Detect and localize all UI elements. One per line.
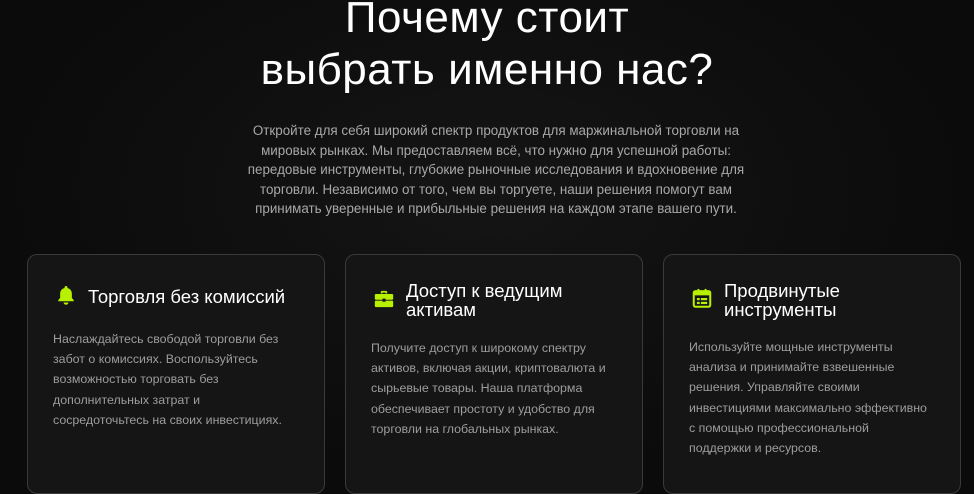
card-text-line: с помощью профессиональной	[689, 420, 869, 435]
card-text-line: Получите доступ к широкому спектру	[371, 341, 586, 355]
section-title-line: выбрать именно нас?	[260, 45, 714, 94]
card-text-line: сосредоточьтесь на своих инвестициях.	[53, 412, 282, 427]
feature-card-leading-assets: Доступ к ведущим активам Получите доступ…	[345, 254, 643, 494]
card-title: Доступ к ведущим активам	[406, 281, 626, 319]
card-description: Получите доступ к широкому спектру актив…	[371, 338, 628, 439]
card-text-line: анализа и принимайте взвешенные	[689, 360, 895, 375]
bell-icon	[55, 284, 77, 306]
card-text-line: возможностью торговать без	[53, 372, 219, 387]
card-text-line: забот о комиссиях. Воспользуйтесь	[53, 352, 258, 367]
card-text-line: Используйте мощные инструменты	[689, 340, 893, 354]
card-title-line: Продвинутые	[724, 280, 840, 301]
section-title: Почему стоит выбрать именно нас?	[0, 0, 974, 96]
intro-line: передовые инструменты, глубокие рыночные…	[247, 162, 745, 178]
card-text-line: Наслаждайтесь свободой торговли без	[53, 332, 279, 346]
card-title: Торговля без комиссий	[88, 287, 308, 306]
card-title-line: Торговля без комиссий	[88, 286, 286, 307]
card-title-line: инструменты	[724, 299, 837, 320]
calendar-icon	[691, 287, 713, 309]
card-text-line: обеспечивает простоту и удобство для	[371, 401, 595, 416]
card-text-line: торговли на глобальных рынках.	[371, 421, 559, 436]
intro-line: мировых рынках. Мы предоставляем всё, чт…	[261, 142, 731, 158]
intro-line: торговли. Независимо от того, чем вы тор…	[259, 181, 733, 197]
card-text-line: дополнительных затрат и	[53, 392, 201, 407]
intro-line: принимать уверенные и прибыльные решения…	[255, 201, 737, 217]
card-text-line: поддержки и ресурсов.	[689, 441, 822, 456]
section-title-line: Почему стоит	[344, 0, 630, 42]
card-title-line: активам	[406, 299, 477, 320]
card-text-line: сырьевые товары. Наша платформа	[371, 381, 583, 396]
feature-card-advanced-tools: Продвинутые инструменты Используйте мощн…	[663, 254, 961, 494]
intro-line: Откройте для себя широкий спектр продукт…	[252, 123, 740, 138]
section-intro: Откройте для себя широкий спектр продукт…	[226, 121, 766, 219]
card-title: Продвинутые инструменты	[724, 281, 944, 319]
card-text-line: решения. Управляйте своими	[689, 380, 860, 395]
feature-card-no-commission: Торговля без комиссий Наслаждайтесь своб…	[27, 254, 325, 494]
card-description: Наслаждайтесь свободой торговли без забо…	[53, 329, 310, 430]
briefcase-icon	[373, 288, 395, 310]
card-text-line: активов, включая акции, криптовалюта и	[371, 361, 606, 376]
card-title-line: Доступ к ведущим	[406, 280, 563, 301]
card-description: Используйте мощные инструменты анализа и…	[689, 337, 946, 458]
card-text-line: инвестициями максимально эффективно	[689, 400, 927, 415]
why-choose-us-section: Почему стоит выбрать именно нас? Откройт…	[0, 0, 974, 494]
